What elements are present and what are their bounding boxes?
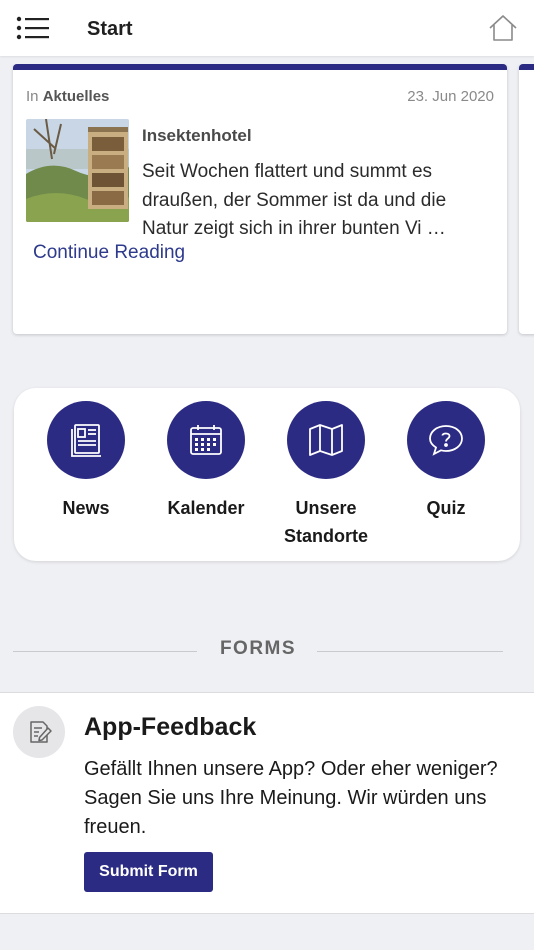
continue-reading-link[interactable]: Continue Reading — [33, 242, 185, 264]
quick-link-label: News — [62, 498, 110, 518]
news-carousel[interactable]: In Aktuelles 23. Jun 2020 Insektenhotel … — [0, 64, 534, 339]
newspaper-icon — [47, 401, 125, 479]
question-bubble-icon — [407, 401, 485, 479]
quick-link-label: Unsere Standorte — [283, 498, 368, 546]
home-icon[interactable] — [488, 14, 518, 42]
next-news-card[interactable] — [519, 64, 534, 334]
category-name: Aktuelles — [42, 88, 110, 105]
map-icon — [287, 401, 365, 479]
form-card[interactable]: App-Feedback Gefällt Ihnen unsere App? O… — [0, 692, 534, 914]
app-header: Start — [0, 0, 534, 56]
forms-section-title: FORMS — [219, 638, 297, 659]
news-date: 23. Jun 2020 — [407, 88, 494, 105]
page-title: Start — [87, 18, 133, 40]
quick-link-label: Quiz — [426, 498, 466, 518]
quick-link-kalender[interactable]: Kalender — [146, 401, 266, 522]
form-description: Gefällt Ihnen unsere App? Oder eher weni… — [84, 758, 498, 838]
news-category: In Aktuelles — [26, 88, 109, 105]
news-title[interactable]: Insektenhotel — [142, 126, 252, 146]
divider-line — [317, 651, 503, 652]
calendar-icon — [167, 401, 245, 479]
news-excerpt: Seit Wochen flattert und summt es drauße… — [142, 161, 447, 239]
menu-list-icon[interactable] — [16, 16, 50, 40]
news-card[interactable]: In Aktuelles 23. Jun 2020 Insektenhotel … — [13, 64, 507, 334]
quick-link-label: Kalender — [167, 498, 245, 518]
submit-form-button[interactable]: Submit Form — [84, 852, 213, 892]
quick-link-quiz[interactable]: Quiz — [386, 401, 506, 522]
forms-section-header: FORMS — [13, 638, 503, 664]
news-thumbnail[interactable] — [26, 119, 129, 222]
quick-link-news[interactable]: News — [26, 401, 146, 522]
category-prefix: In — [26, 88, 39, 105]
form-title: App-Feedback — [84, 713, 257, 741]
quick-link-standorte[interactable]: Unsere Standorte — [266, 401, 386, 550]
quick-links-panel: News Kalender Unsere Standorte Quiz — [14, 388, 520, 561]
form-edit-icon — [13, 706, 65, 758]
